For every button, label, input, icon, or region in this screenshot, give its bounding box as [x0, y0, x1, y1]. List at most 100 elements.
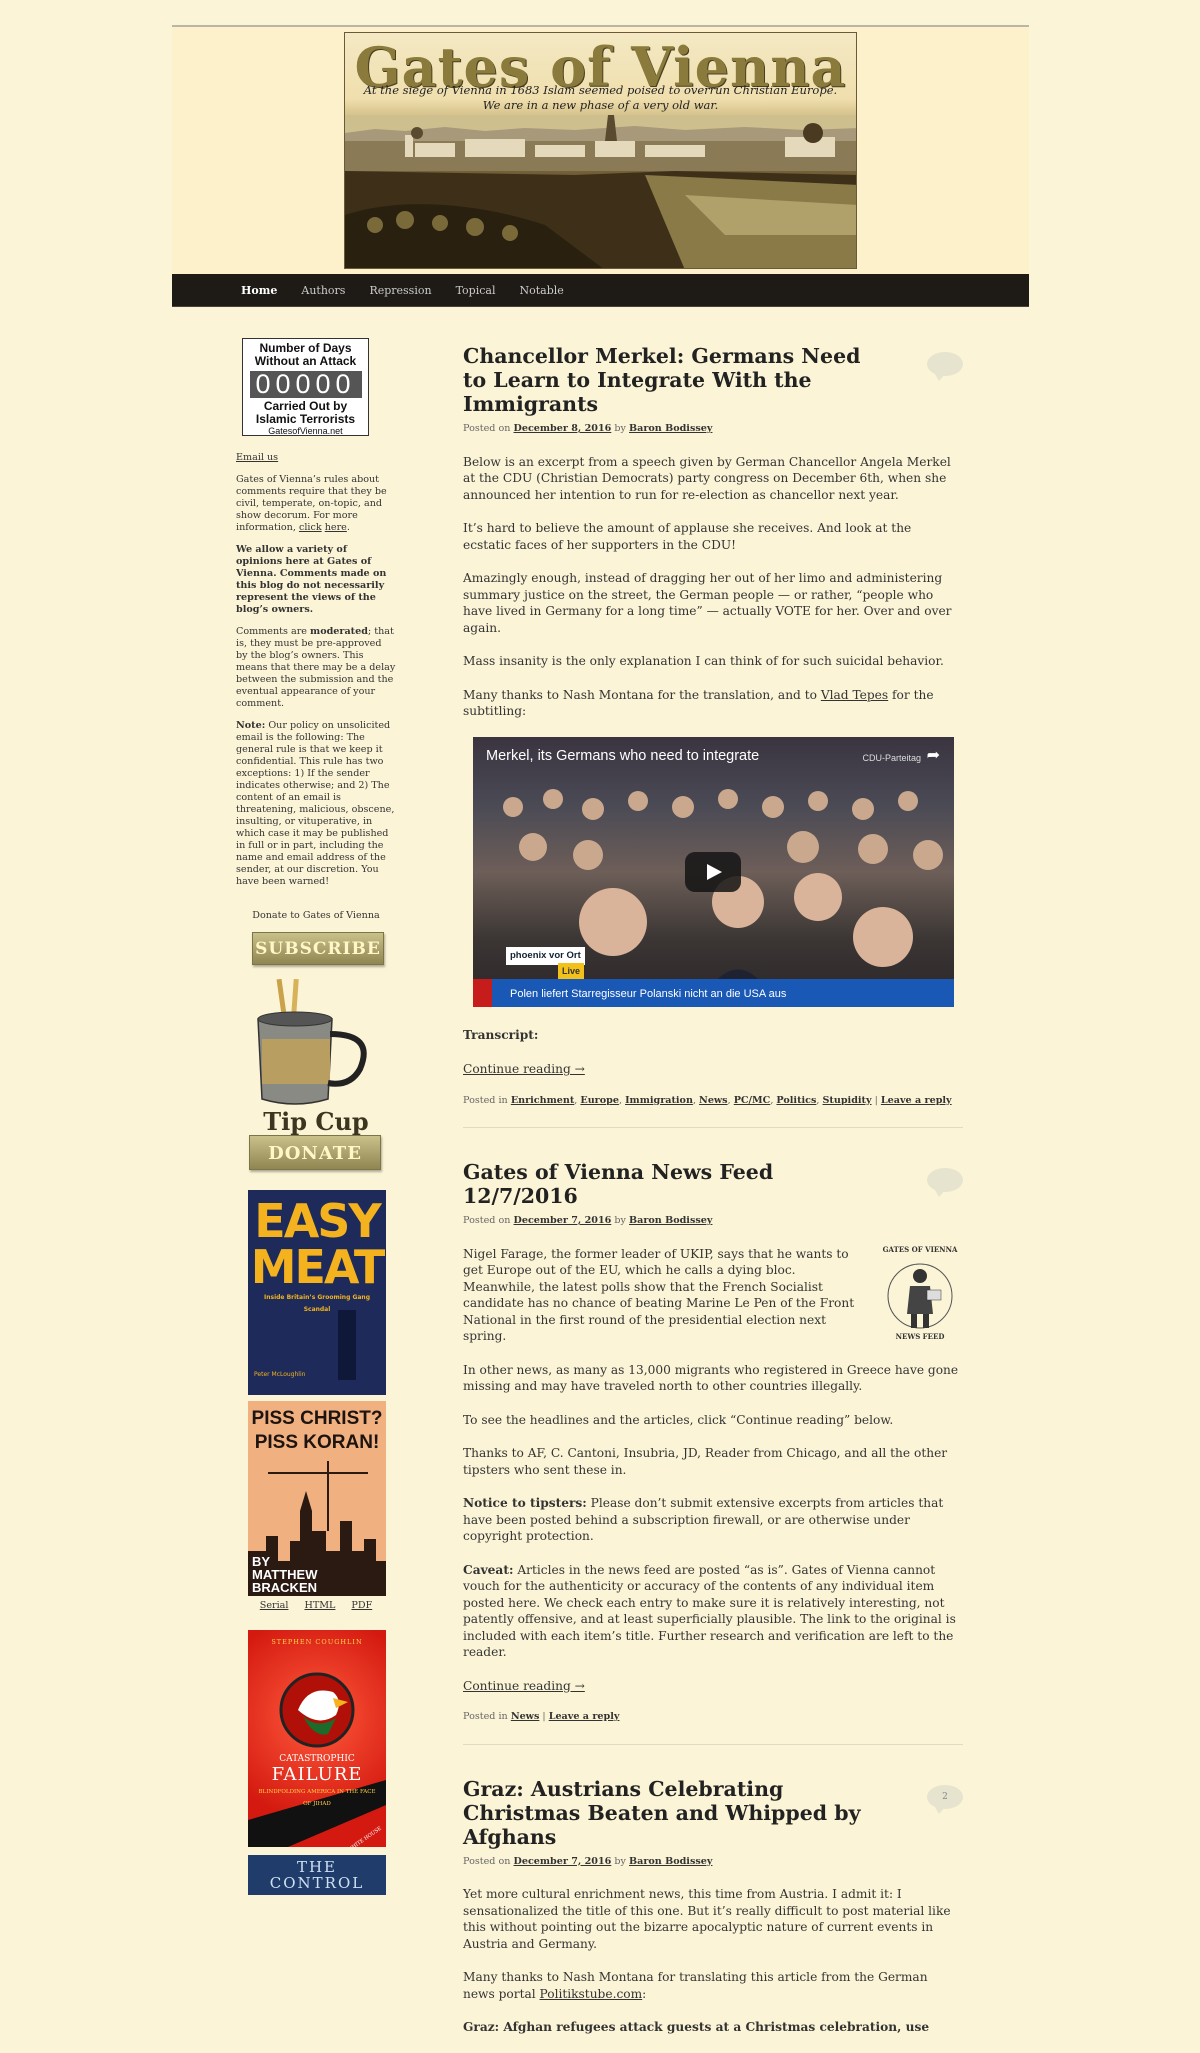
by-label: by [614, 1215, 626, 1226]
post-paragraph: Yet more cultural enrichment news, this … [463, 1887, 951, 1951]
tip-cup-icon [257, 978, 367, 1105]
posted-on-label: Posted on [463, 423, 511, 434]
book1-door-image [338, 1310, 356, 1380]
notice-label: Notice to tipsters: [463, 1496, 587, 1510]
nav-notable[interactable]: Notable [513, 274, 581, 307]
serial-link[interactable]: Serial [260, 1600, 289, 1612]
post-title[interactable]: Chancellor Merkel: Germans Need to Learn… [463, 344, 883, 416]
book3-title-1: CATASTROPHIC [279, 1754, 355, 1764]
category-link[interactable]: Europe [580, 1095, 619, 1106]
post-footer: Posted in News | Leave a reply [463, 1711, 620, 1722]
category-link[interactable]: Immigration [625, 1095, 693, 1106]
post-divider [463, 1127, 963, 1128]
main-content: Chancellor Merkel: Germans Need to Learn… [463, 344, 963, 2053]
ticker-text: Polen liefert Starregisseur Polanski nic… [510, 987, 787, 1000]
post-paragraph: In other news, as many as 13,000 migrant… [463, 1362, 959, 1394]
donate-button[interactable]: DONATE [249, 1135, 381, 1170]
post-merkel: Chancellor Merkel: Germans Need to Learn… [463, 344, 963, 1109]
posted-in-label: Posted in [463, 1711, 508, 1722]
nav-home[interactable]: Home [241, 274, 295, 307]
posted-on-label: Posted on [463, 1855, 511, 1867]
opinions-disclaimer: We allow a variety of opinions here at G… [236, 544, 387, 615]
category-link[interactable]: News [699, 1095, 728, 1106]
post-paragraph: Mass insanity is the only explanation I … [463, 654, 944, 668]
post-meta: Posted on December 8, 2016 by Baron Bodi… [463, 421, 963, 438]
easy-meat-book-cover[interactable]: EASY MEAT Inside Britain’s Grooming Gang… [248, 1190, 386, 1395]
quote-heading: Graz: Afghan refugees attack guests at a… [463, 2020, 930, 2034]
news-ticker: Polen liefert Starregisseur Polanski nic… [473, 978, 954, 1007]
comment-rules: Gates of Vienna’s rules about comments r… [236, 474, 387, 533]
nav-repression[interactable]: Repression [363, 274, 449, 307]
rules-click-link[interactable]: click [299, 522, 322, 533]
category-link[interactable]: Stupidity [823, 1095, 872, 1106]
email-us-link[interactable]: Email us [236, 452, 396, 464]
notice-paragraph: Notice to tipsters: Please don’t submit … [463, 1495, 963, 1545]
book2-author-name: MATTHEW BRACKEN [252, 1567, 318, 1595]
post-date-link[interactable]: December 7, 2016 [514, 1856, 612, 1867]
post-author-link[interactable]: Baron Bodissey [629, 1856, 712, 1867]
video-title[interactable]: Merkel, its Germans who need to integrat… [486, 748, 759, 765]
subscribe-button[interactable]: SUBSCRIBE [252, 932, 384, 965]
post-date-link[interactable]: December 7, 2016 [514, 1215, 612, 1226]
comment-count-bubble[interactable]: 2 [927, 1784, 963, 1814]
post-paragraph: Thanks to AF, C. Cantoni, Insubria, JD, … [463, 1446, 948, 1477]
moderation-post: ; that is, they must be pre-approved by … [236, 626, 396, 709]
tagline-line-2: We are in a new phase of a very old war. [482, 98, 719, 112]
comment-bubble-icon[interactable] [927, 1168, 963, 1197]
the-control-book-cover[interactable]: THE CONTROL [248, 1855, 386, 1895]
pdf-link[interactable]: PDF [351, 1600, 372, 1612]
play-button-icon[interactable] [685, 851, 741, 892]
book2-author: BY MATTHEW BRACKEN [252, 1555, 386, 1594]
caveat-text: Articles in the news feed are posted “as… [463, 1562, 956, 1660]
post-title[interactable]: Graz: Austrians Celebrating Christmas Be… [463, 1777, 883, 1849]
live-badge: Live [558, 962, 585, 979]
politikstube-link[interactable]: Politikstube.com [540, 1987, 643, 2001]
category-link[interactable]: News [511, 1711, 540, 1722]
embedded-video-player[interactable]: Merkel, its Germans who need to integrat… [473, 736, 954, 1007]
site-banner[interactable]: Gates of Vienna At the siege of Vienna i… [344, 32, 857, 269]
email-policy-note: Note: Our policy on unsolicited email is… [236, 720, 396, 888]
attack-counter-widget[interactable]: Number of Days Without an Attack 00000 C… [242, 338, 369, 436]
book2-links: Serial HTML PDF [236, 1600, 396, 1612]
post-paragraph: Many thanks to Nash Montana for the tran… [463, 687, 963, 720]
post-author-link[interactable]: Baron Bodissey [629, 1215, 712, 1226]
moderation-pre: Comments are [236, 626, 307, 637]
post-news-feed: Gates of Vienna News Feed 12/7/2016 Post… [463, 1160, 963, 1726]
moderation-bold: moderated [310, 626, 368, 637]
vlad-tepes-link[interactable]: Vlad Tepes [821, 688, 888, 702]
tagline-line-1: At the siege of Vienna in 1683 Islam see… [363, 83, 838, 97]
book3-title-2: FAILURE [271, 1764, 363, 1785]
post-paragraph: Many thanks to Nash Montana for translat… [463, 1969, 963, 2002]
caveat-label: Caveat: [463, 1562, 514, 1577]
post-footer: Posted in Enrichment, Europe, Immigratio… [463, 1094, 952, 1106]
post-paragraph: Below is an excerpt from a speech given … [463, 454, 951, 502]
post-title[interactable]: Gates of Vienna News Feed 12/7/2016 [463, 1160, 883, 1208]
piss-christ-book-cover[interactable]: PISS CHRIST? PISS KORAN! BY MATTHEW BRAC… [248, 1401, 386, 1596]
nav-topical[interactable]: Topical [450, 274, 514, 307]
category-link[interactable]: Enrichment [511, 1095, 574, 1106]
category-link[interactable]: Politics [776, 1095, 816, 1106]
caveat-paragraph: Caveat: Articles in the news feed are po… [463, 1562, 963, 1661]
nav-authors[interactable]: Authors [295, 274, 363, 307]
rules-here-link[interactable]: here [325, 522, 347, 533]
by-label: by [614, 1855, 626, 1867]
leave-reply-link[interactable]: Leave a reply [549, 1711, 620, 1722]
share-icon[interactable]: ➦ [927, 746, 940, 764]
post-date-link[interactable]: December 8, 2016 [514, 423, 612, 434]
emblem-bottom-text: NEWS FEED [895, 1332, 945, 1341]
tip-cup-image[interactable] [250, 978, 380, 1109]
post-meta: Posted on December 7, 2016 by Baron Bodi… [463, 1213, 963, 1230]
post-author-link[interactable]: Baron Bodissey [629, 423, 712, 434]
book4-title-2: CONTROL [269, 1874, 365, 1892]
continue-reading-link[interactable]: Continue reading → [463, 1062, 585, 1076]
emblem-top-text: GATES OF VIENNA [882, 1244, 958, 1254]
category-link[interactable]: PC/MC [734, 1095, 771, 1106]
comment-bubble-icon[interactable] [927, 352, 963, 381]
post-meta: Posted on December 7, 2016 by Baron Bodi… [463, 1854, 963, 1871]
counter-digits: 00000 [249, 371, 362, 398]
catastrophic-failure-book-cover[interactable]: STEPHEN COUGHLIN CATASTROPHIC FAILURE BL… [248, 1630, 386, 1847]
continue-reading-link[interactable]: Continue reading → [463, 1679, 585, 1693]
leave-reply-link[interactable]: Leave a reply [881, 1095, 952, 1106]
note-label: Note: [236, 720, 266, 731]
html-link[interactable]: HTML [304, 1600, 335, 1612]
